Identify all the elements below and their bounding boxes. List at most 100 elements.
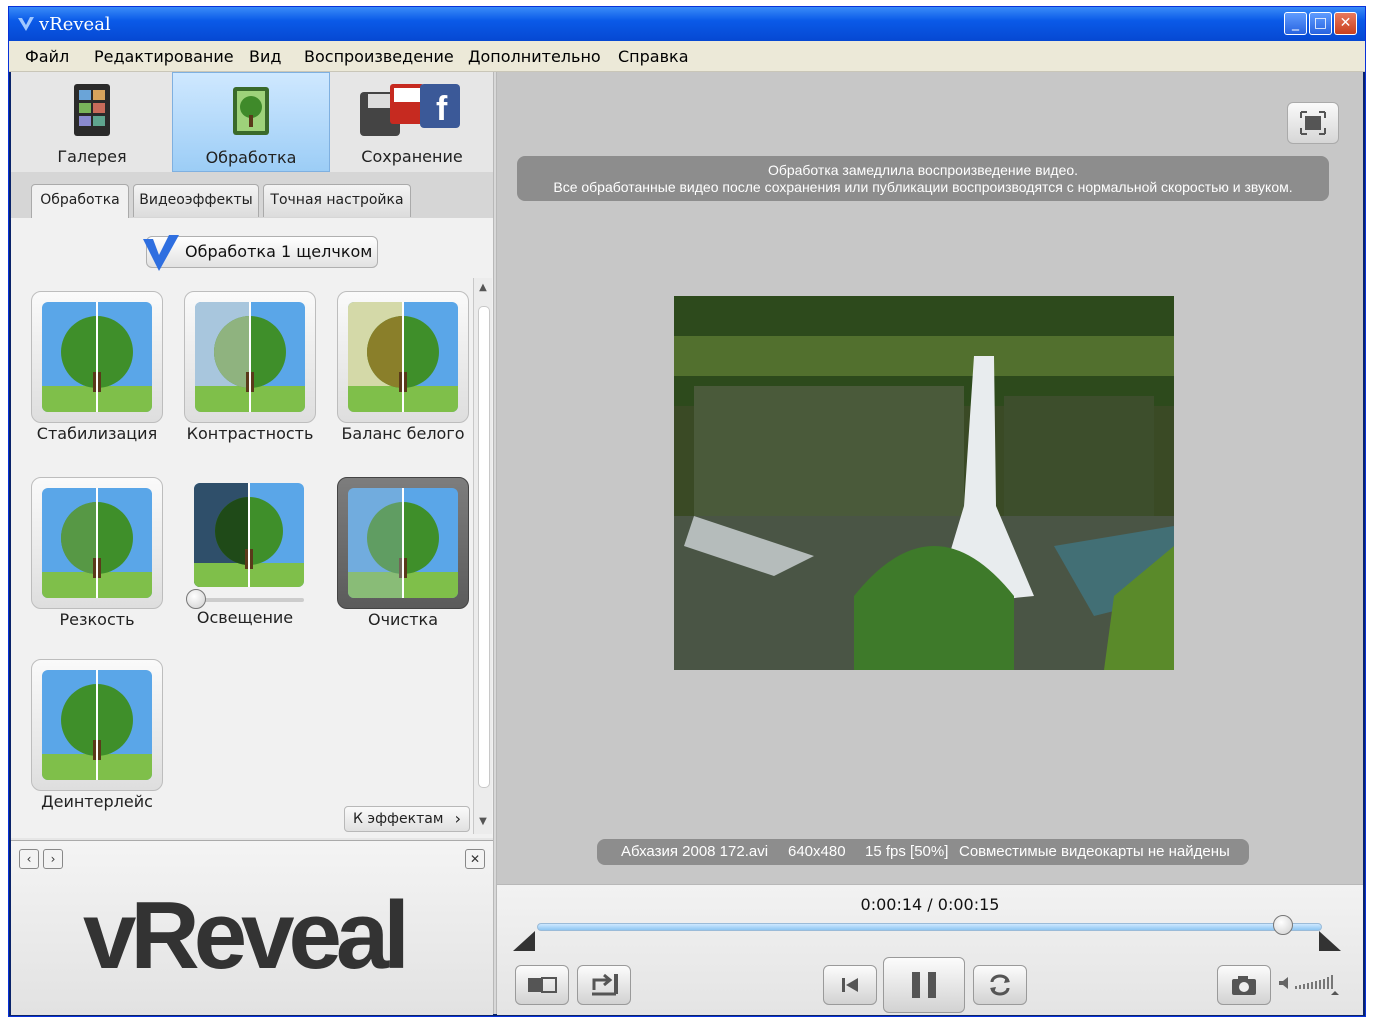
scrollbar-track[interactable] [478, 306, 490, 788]
trim-end-marker-icon[interactable] [1319, 931, 1341, 951]
effect-contrast[interactable] [184, 291, 316, 423]
one-click-button[interactable]: Обработка 1 щелчком [143, 235, 378, 271]
pause-icon [912, 972, 936, 998]
status-resolution: 640x480 [788, 843, 846, 860]
title-bar[interactable]: vReveal _ □ ✕ [9, 7, 1365, 41]
gallery-icon [74, 84, 110, 136]
lighting-slider-knob[interactable] [186, 589, 206, 609]
tab-saving-label: Сохранение [361, 147, 463, 166]
pause-button[interactable] [883, 957, 965, 1013]
menu-file[interactable]: Файл [25, 47, 69, 66]
tree-icon [348, 302, 458, 412]
waterfall-video-image [674, 296, 1174, 670]
effect-denoise-label: Очистка [367, 610, 439, 629]
tab-processing-label: Обработка [205, 148, 297, 167]
app-window: vReveal _ □ ✕ Файл Редактирование Вид Во… [8, 6, 1366, 1017]
subtab-processing[interactable]: Обработка [31, 184, 129, 219]
menu-extras[interactable]: Дополнительно [468, 47, 601, 66]
snapshot-button[interactable] [1217, 965, 1271, 1005]
prev-arrow-button[interactable]: ‹ [19, 849, 39, 869]
tree-icon [42, 302, 152, 412]
time-display: 0:00:14 / 0:00:15 [860, 895, 1000, 914]
one-click-label: Обработка 1 щелчком [185, 242, 373, 261]
subtab-video-effects[interactable]: Видеоэффекты [133, 184, 259, 217]
effect-lighting[interactable] [194, 483, 304, 587]
window-title: vReveal [39, 14, 111, 35]
subtab-fine-tuning[interactable]: Точная настройка [263, 184, 411, 217]
to-effects-label: К эффектам [353, 811, 444, 827]
tree-icon [348, 488, 458, 598]
vreveal-brand-logo: vReveal [83, 882, 410, 989]
effect-lighting-label: Освещение [196, 608, 294, 627]
trim-start-marker-icon[interactable] [513, 931, 535, 951]
player-panel: Обработка замедлила воспроизведение виде… [497, 72, 1363, 1015]
effect-contrast-label: Контрастность [186, 424, 314, 443]
status-file-name: Абхазия 2008 172.avi [621, 843, 769, 860]
vreveal-check-icon [143, 235, 179, 271]
close-panel-button[interactable]: ✕ [465, 849, 485, 869]
camera-icon [1232, 976, 1256, 995]
tab-gallery-label: Галерея [57, 147, 127, 166]
to-effects-button[interactable]: К эффектам › [344, 806, 470, 832]
menu-help[interactable]: Справка [618, 47, 689, 66]
next-arrow-button[interactable]: › [43, 849, 63, 869]
tab-processing[interactable]: Обработка [172, 72, 330, 172]
close-button[interactable]: ✕ [1334, 12, 1357, 35]
processing-icon [233, 87, 269, 135]
effects-scrollbar[interactable]: ▲ ▼ [473, 278, 492, 834]
minimize-button[interactable]: _ [1284, 12, 1307, 35]
skip-back-icon [842, 978, 858, 992]
svg-text:f: f [436, 90, 448, 128]
effect-denoise[interactable] [337, 477, 469, 609]
lighting-slider[interactable] [186, 589, 304, 609]
tree-icon [194, 483, 304, 587]
vreveal-logo-icon [18, 17, 34, 31]
video-status-bar: Абхазия 2008 172.avi 640x480 15 fps [50%… [597, 839, 1249, 865]
effect-sharpness[interactable] [31, 477, 163, 609]
logo-panel: ‹ › ✕ vReveal [11, 840, 493, 1015]
tree-icon [42, 670, 152, 780]
status-fps: 15 fps [50%] [865, 843, 949, 860]
export-frame-button[interactable] [577, 965, 631, 1005]
seek-bar[interactable] [537, 923, 1322, 931]
notice-line-2: Все обработанные видео после сохранения … [553, 179, 1293, 195]
menu-view[interactable]: Вид [249, 47, 281, 66]
processing-notice: Обработка замедлила воспроизведение виде… [517, 156, 1329, 201]
volume-icon[interactable] [1277, 971, 1343, 997]
menu-edit[interactable]: Редактирование [94, 47, 234, 66]
left-panel: Галерея Обработка f Сохранение Обработка… [11, 72, 493, 1015]
tree-icon [42, 488, 152, 598]
status-gpu: Совместимые видеокарты не найдены [959, 843, 1230, 860]
export-arrow-icon [592, 973, 618, 996]
loop-button[interactable] [973, 965, 1027, 1005]
seek-knob[interactable] [1272, 915, 1293, 935]
effect-white-balance[interactable] [337, 291, 469, 423]
loop-icon [990, 974, 1010, 996]
effect-sharpness-label: Резкость [59, 610, 135, 629]
split-view-icon [528, 977, 557, 993]
scroll-up-icon[interactable]: ▲ [476, 282, 490, 296]
effects-panel: Обработка 1 щелчком Стабилизация Контрас… [11, 218, 493, 838]
tree-icon [195, 302, 305, 412]
effect-stabilization-label: Стабилизация [36, 424, 158, 443]
effect-deinterlace-label: Деинтерлейс [41, 792, 153, 811]
menu-playback[interactable]: Воспроизведение [304, 47, 454, 66]
sub-tab-bar: Обработка Видеоэффекты Точная настройка [11, 172, 493, 219]
scroll-down-icon[interactable]: ▼ [476, 816, 490, 830]
split-view-button[interactable] [515, 965, 569, 1005]
chevron-right-icon: › [454, 809, 461, 828]
tab-saving[interactable]: f Сохранение [333, 72, 491, 172]
menu-bar: Файл Редактирование Вид Воспроизведение … [9, 41, 1365, 72]
notice-line-1: Обработка замедлила воспроизведение виде… [767, 162, 1079, 178]
fullscreen-icon [1300, 111, 1326, 135]
effect-stabilization[interactable] [31, 291, 163, 423]
video-frame[interactable] [674, 296, 1174, 670]
maximize-button[interactable]: □ [1309, 12, 1332, 35]
playback-controls: 0:00:14 / 0:00:15 [497, 884, 1363, 1015]
tab-gallery[interactable]: Галерея [13, 72, 171, 172]
effect-deinterlace[interactable] [31, 659, 163, 791]
effect-white-balance-label: Баланс белого [341, 424, 465, 443]
fullscreen-button[interactable] [1287, 102, 1339, 144]
save-share-icon: f [360, 84, 460, 136]
previous-button[interactable] [823, 965, 877, 1005]
